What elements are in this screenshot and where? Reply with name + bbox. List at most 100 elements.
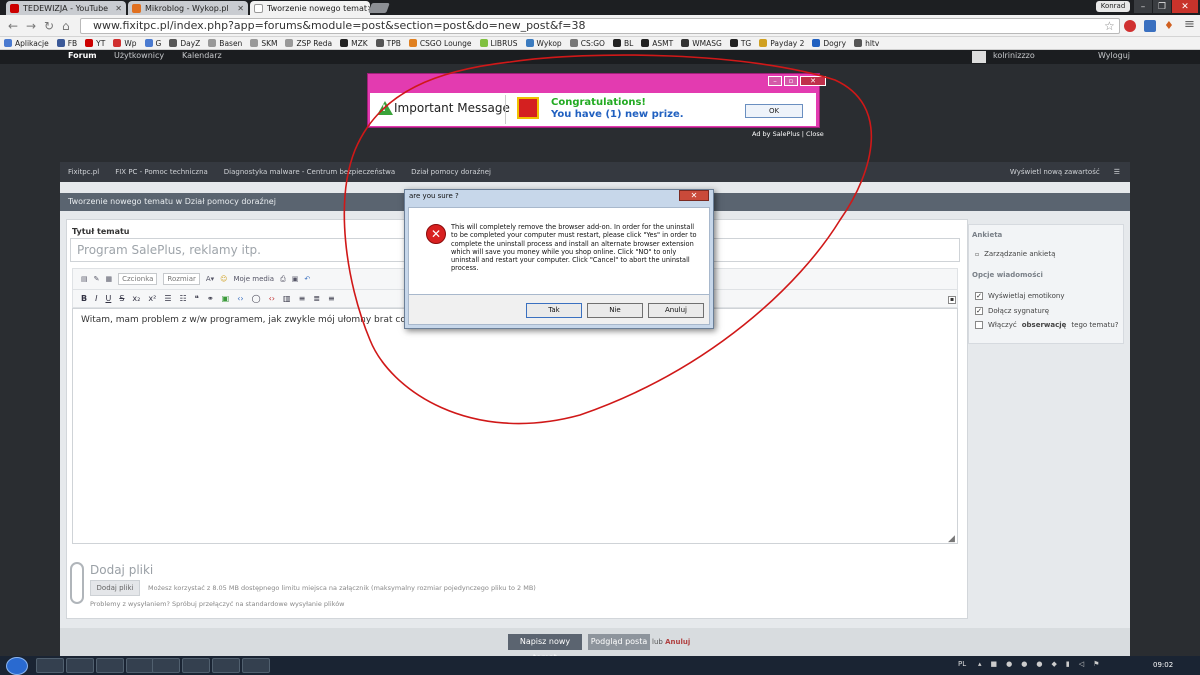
taskbar-folder-icon[interactable] bbox=[182, 658, 210, 673]
my-media-button[interactable]: Moje media bbox=[233, 275, 274, 283]
bookmark-item[interactable]: ASMT bbox=[641, 39, 673, 48]
extension-icon[interactable]: ♦ bbox=[1164, 19, 1174, 32]
image-insert-icon[interactable]: ▣ bbox=[222, 294, 230, 303]
bookmark-item[interactable]: BL bbox=[612, 39, 633, 48]
align-center-icon[interactable]: ≣ bbox=[313, 294, 320, 303]
start-button[interactable] bbox=[6, 657, 28, 675]
bookmark-item[interactable]: LIBRUS bbox=[479, 39, 518, 48]
taskbar-chrome-icon[interactable] bbox=[126, 658, 154, 673]
close-window-icon[interactable]: ✕ bbox=[1172, 0, 1198, 13]
back-icon[interactable]: ← bbox=[8, 19, 18, 33]
bookmark-item[interactable]: ZSP Reda bbox=[285, 39, 332, 48]
logout-link[interactable]: Wyloguj bbox=[1098, 51, 1130, 60]
bookmark-item[interactable]: Dogry bbox=[812, 39, 846, 48]
breadcrumb-item[interactable]: FIX PC - Pomoc techniczna bbox=[115, 168, 208, 176]
profile-button[interactable]: Konrad bbox=[1096, 1, 1130, 12]
bookmark-item[interactable]: YT bbox=[85, 39, 105, 48]
underline-icon[interactable]: U bbox=[105, 294, 111, 303]
align-left-icon[interactable]: ≡ bbox=[299, 294, 306, 303]
taskbar-media-icon[interactable] bbox=[96, 658, 124, 673]
tray-icon[interactable]: ■ bbox=[991, 660, 998, 670]
nav-users[interactable]: Użytkownicy bbox=[114, 51, 164, 60]
template-icon[interactable]: ▦ bbox=[106, 275, 113, 283]
bookmark-item[interactable]: TPB bbox=[375, 39, 401, 48]
avatar[interactable] bbox=[972, 51, 986, 63]
toggle-editor-icon[interactable]: ▪ bbox=[948, 296, 956, 304]
undo-icon[interactable]: ↶ bbox=[304, 275, 310, 283]
new-content-link[interactable]: Wyświetl nową zawartość bbox=[1010, 168, 1100, 176]
tray-icon[interactable]: ▴ bbox=[978, 660, 982, 670]
code-icon[interactable]: ‹› bbox=[237, 294, 243, 303]
network-icon[interactable]: ▮ bbox=[1066, 660, 1070, 670]
tray-icon[interactable]: ● bbox=[1021, 660, 1027, 670]
home-icon[interactable]: ⌂ bbox=[62, 19, 70, 33]
html-icon[interactable]: ‹› bbox=[269, 294, 275, 303]
tab-new-topic[interactable]: Tworzenie nowego temat✕ bbox=[250, 1, 370, 15]
bookmark-item[interactable]: FB bbox=[56, 39, 77, 48]
cancel-link[interactable]: Anuluj bbox=[665, 638, 690, 646]
bookmark-item[interactable]: CS:GO bbox=[569, 39, 605, 48]
link-icon[interactable]: ⚭ bbox=[207, 294, 214, 303]
menu-icon[interactable]: ≡ bbox=[1184, 17, 1195, 32]
bookmark-item[interactable]: TG bbox=[729, 39, 751, 48]
add-files-button[interactable]: Dodaj pliki bbox=[90, 580, 140, 596]
eraser-icon[interactable]: ✎ bbox=[94, 275, 100, 283]
nav-forum[interactable]: Forum bbox=[68, 51, 97, 60]
size-select[interactable]: Rozmiar bbox=[163, 273, 200, 285]
italic-icon[interactable]: I bbox=[95, 294, 97, 303]
dialog-yes-button[interactable]: Tak bbox=[526, 303, 582, 318]
tray-icon[interactable]: ◆ bbox=[1051, 660, 1056, 670]
username[interactable]: kolrinizzzo bbox=[993, 51, 1035, 60]
address-bar[interactable]: www.fixitpc.pl/index.php?app=forums&modu… bbox=[80, 18, 1120, 34]
volume-icon[interactable]: ◁ bbox=[1079, 660, 1084, 670]
bookmark-item[interactable]: SKM bbox=[250, 39, 277, 48]
bold-icon[interactable]: B bbox=[81, 294, 87, 303]
emoticons-option[interactable]: ✓ Wyświetlaj emotikony bbox=[975, 292, 1064, 300]
bookmark-item[interactable]: MZK bbox=[340, 39, 368, 48]
subscript-icon[interactable]: x₂ bbox=[132, 294, 140, 303]
strike-icon[interactable]: S bbox=[119, 294, 124, 303]
forward-icon[interactable]: → bbox=[26, 19, 36, 33]
watch-option[interactable]: Włączyć obserwację tego tematu? bbox=[975, 321, 1118, 329]
bookmark-item[interactable]: hltv bbox=[854, 39, 879, 48]
bullet-list-icon[interactable]: ☰ bbox=[164, 294, 171, 303]
signature-option[interactable]: ✓ Dołącz sygnaturę bbox=[975, 307, 1049, 315]
nav-calendar[interactable]: Kalendarz bbox=[182, 51, 222, 60]
taskbar-app-icon[interactable] bbox=[212, 658, 240, 673]
bookmark-item[interactable]: Payday 2 bbox=[759, 39, 804, 48]
poll-manage-link[interactable]: ▫ Zarządzanie ankietą bbox=[975, 250, 1055, 258]
superscript-icon[interactable]: x² bbox=[148, 294, 156, 303]
taskbar-app-icon[interactable] bbox=[152, 658, 180, 673]
taskbar-app-icon[interactable] bbox=[242, 658, 270, 673]
spoiler-icon[interactable]: ◯ bbox=[252, 294, 261, 303]
signature-checkbox[interactable]: ✓ bbox=[975, 307, 983, 315]
taskbar-explorer-icon[interactable] bbox=[36, 658, 64, 673]
tab-youtube[interactable]: TEDEWIZJA - YouTube ✕ bbox=[6, 1, 126, 15]
tab-wykop[interactable]: Mikroblog - Wykop.pl ✕ bbox=[128, 1, 248, 15]
tab-close-icon[interactable]: ✕ bbox=[115, 4, 122, 13]
breadcrumb-item[interactable]: Fixitpc.pl bbox=[68, 168, 99, 176]
bookmark-item[interactable]: CSGO Lounge bbox=[408, 39, 472, 48]
bookmark-item[interactable]: G bbox=[144, 39, 161, 48]
tray-icon[interactable]: ● bbox=[1036, 660, 1042, 670]
maximize-icon[interactable]: ❐ bbox=[1153, 0, 1171, 13]
reload-icon[interactable]: ↻ bbox=[44, 19, 54, 33]
image-icon[interactable]: ▣ bbox=[292, 275, 299, 283]
language-indicator[interactable]: PL bbox=[958, 660, 966, 668]
list-icon[interactable]: ☰ bbox=[1114, 168, 1120, 176]
extension-icon[interactable] bbox=[1144, 20, 1156, 32]
extension-icon[interactable] bbox=[1124, 20, 1136, 32]
dialog-no-button[interactable]: Nie bbox=[587, 303, 643, 318]
quote-icon[interactable]: ❝ bbox=[195, 294, 199, 303]
tab-close-icon[interactable]: ✕ bbox=[237, 4, 244, 13]
bookmark-star-icon[interactable]: ☆ bbox=[1104, 19, 1115, 33]
font-color-icon[interactable]: A▾ bbox=[206, 275, 214, 283]
media-icon[interactable]: ▥ bbox=[283, 294, 291, 303]
bookmark-item[interactable]: Wp bbox=[113, 39, 137, 48]
bookmark-item[interactable]: Aplikacje bbox=[4, 39, 49, 48]
source-icon[interactable]: ▤ bbox=[81, 275, 88, 283]
minimize-icon[interactable]: – bbox=[1134, 0, 1152, 13]
flag-icon[interactable]: ⚑ bbox=[1093, 660, 1099, 670]
bookmark-item[interactable]: Basen bbox=[208, 39, 242, 48]
emoticon-icon[interactable]: ☺ bbox=[220, 275, 227, 283]
